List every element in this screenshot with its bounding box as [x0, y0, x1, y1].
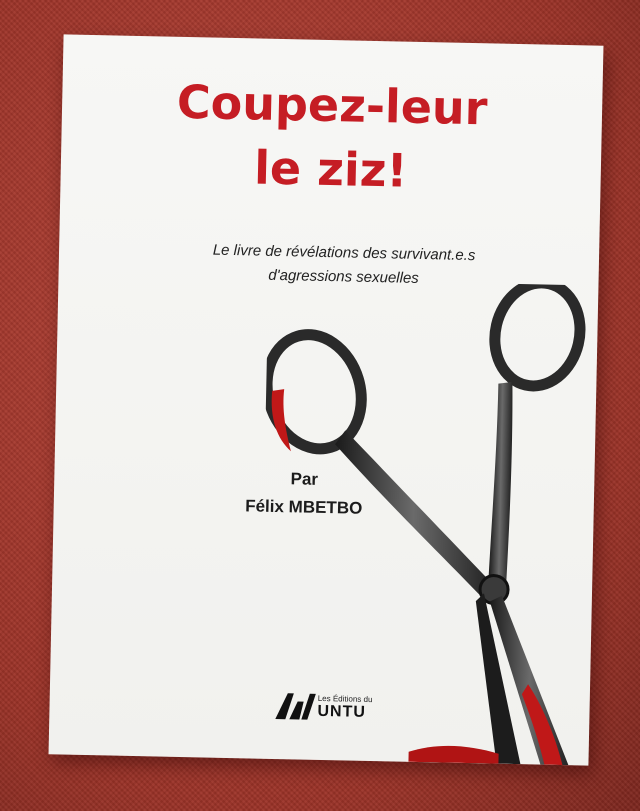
- book-title-line-1: Coupez-leur: [176, 74, 488, 136]
- publisher-name-big: UNTU: [317, 702, 367, 721]
- book-cover: Coupez-leur le ziz! Le livre de révélati…: [48, 34, 604, 766]
- publisher-mark-icon: [275, 693, 316, 720]
- author-name: Félix MBETBO: [245, 496, 363, 518]
- author-prefix: Par: [290, 469, 319, 489]
- publisher-logo: Les Éditions du UNTU: [271, 687, 412, 730]
- book-title-line-2: le ziz!: [253, 140, 409, 198]
